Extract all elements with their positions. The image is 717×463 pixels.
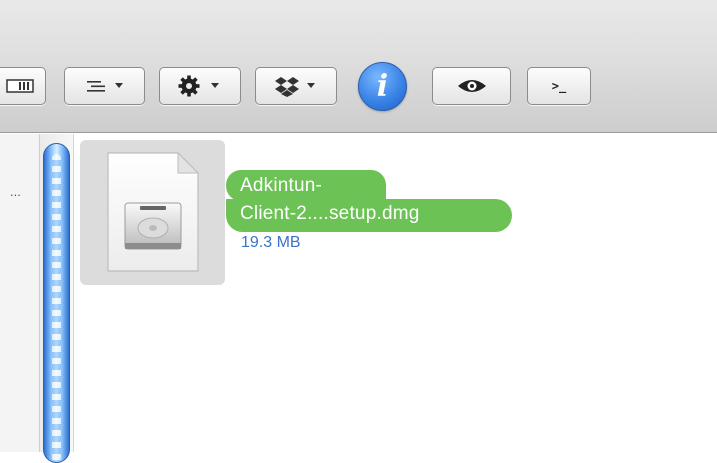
dropbox-icon xyxy=(275,77,315,97)
quick-look-button[interactable] xyxy=(432,67,511,105)
get-info-button[interactable]: i xyxy=(358,62,407,111)
chevron-down-icon xyxy=(114,83,123,88)
scrollbar-thumb[interactable] xyxy=(43,143,70,463)
view-mode-icon xyxy=(6,79,34,93)
file-name-label[interactable]: Adkintun- Client-2....setup.dmg xyxy=(240,172,510,228)
action-button[interactable] xyxy=(159,67,241,105)
quick-look-icon xyxy=(457,80,486,92)
info-icon: i xyxy=(376,68,389,104)
terminal-icon: >_ xyxy=(551,79,567,93)
sidebar[interactable] xyxy=(0,134,40,452)
file-size-label: 19.3 MB xyxy=(241,234,301,251)
dropbox-button[interactable] xyxy=(255,67,337,105)
arrange-button[interactable] xyxy=(64,67,145,105)
terminal-button[interactable]: >_ xyxy=(527,67,591,105)
sidebar-item-truncated[interactable]: ... xyxy=(10,184,21,199)
toolbar: i >_ xyxy=(0,0,717,133)
view-mode-button[interactable] xyxy=(0,67,46,105)
gear-icon xyxy=(178,75,219,97)
disk-image-icon[interactable] xyxy=(106,151,200,273)
arrange-icon xyxy=(86,81,123,92)
